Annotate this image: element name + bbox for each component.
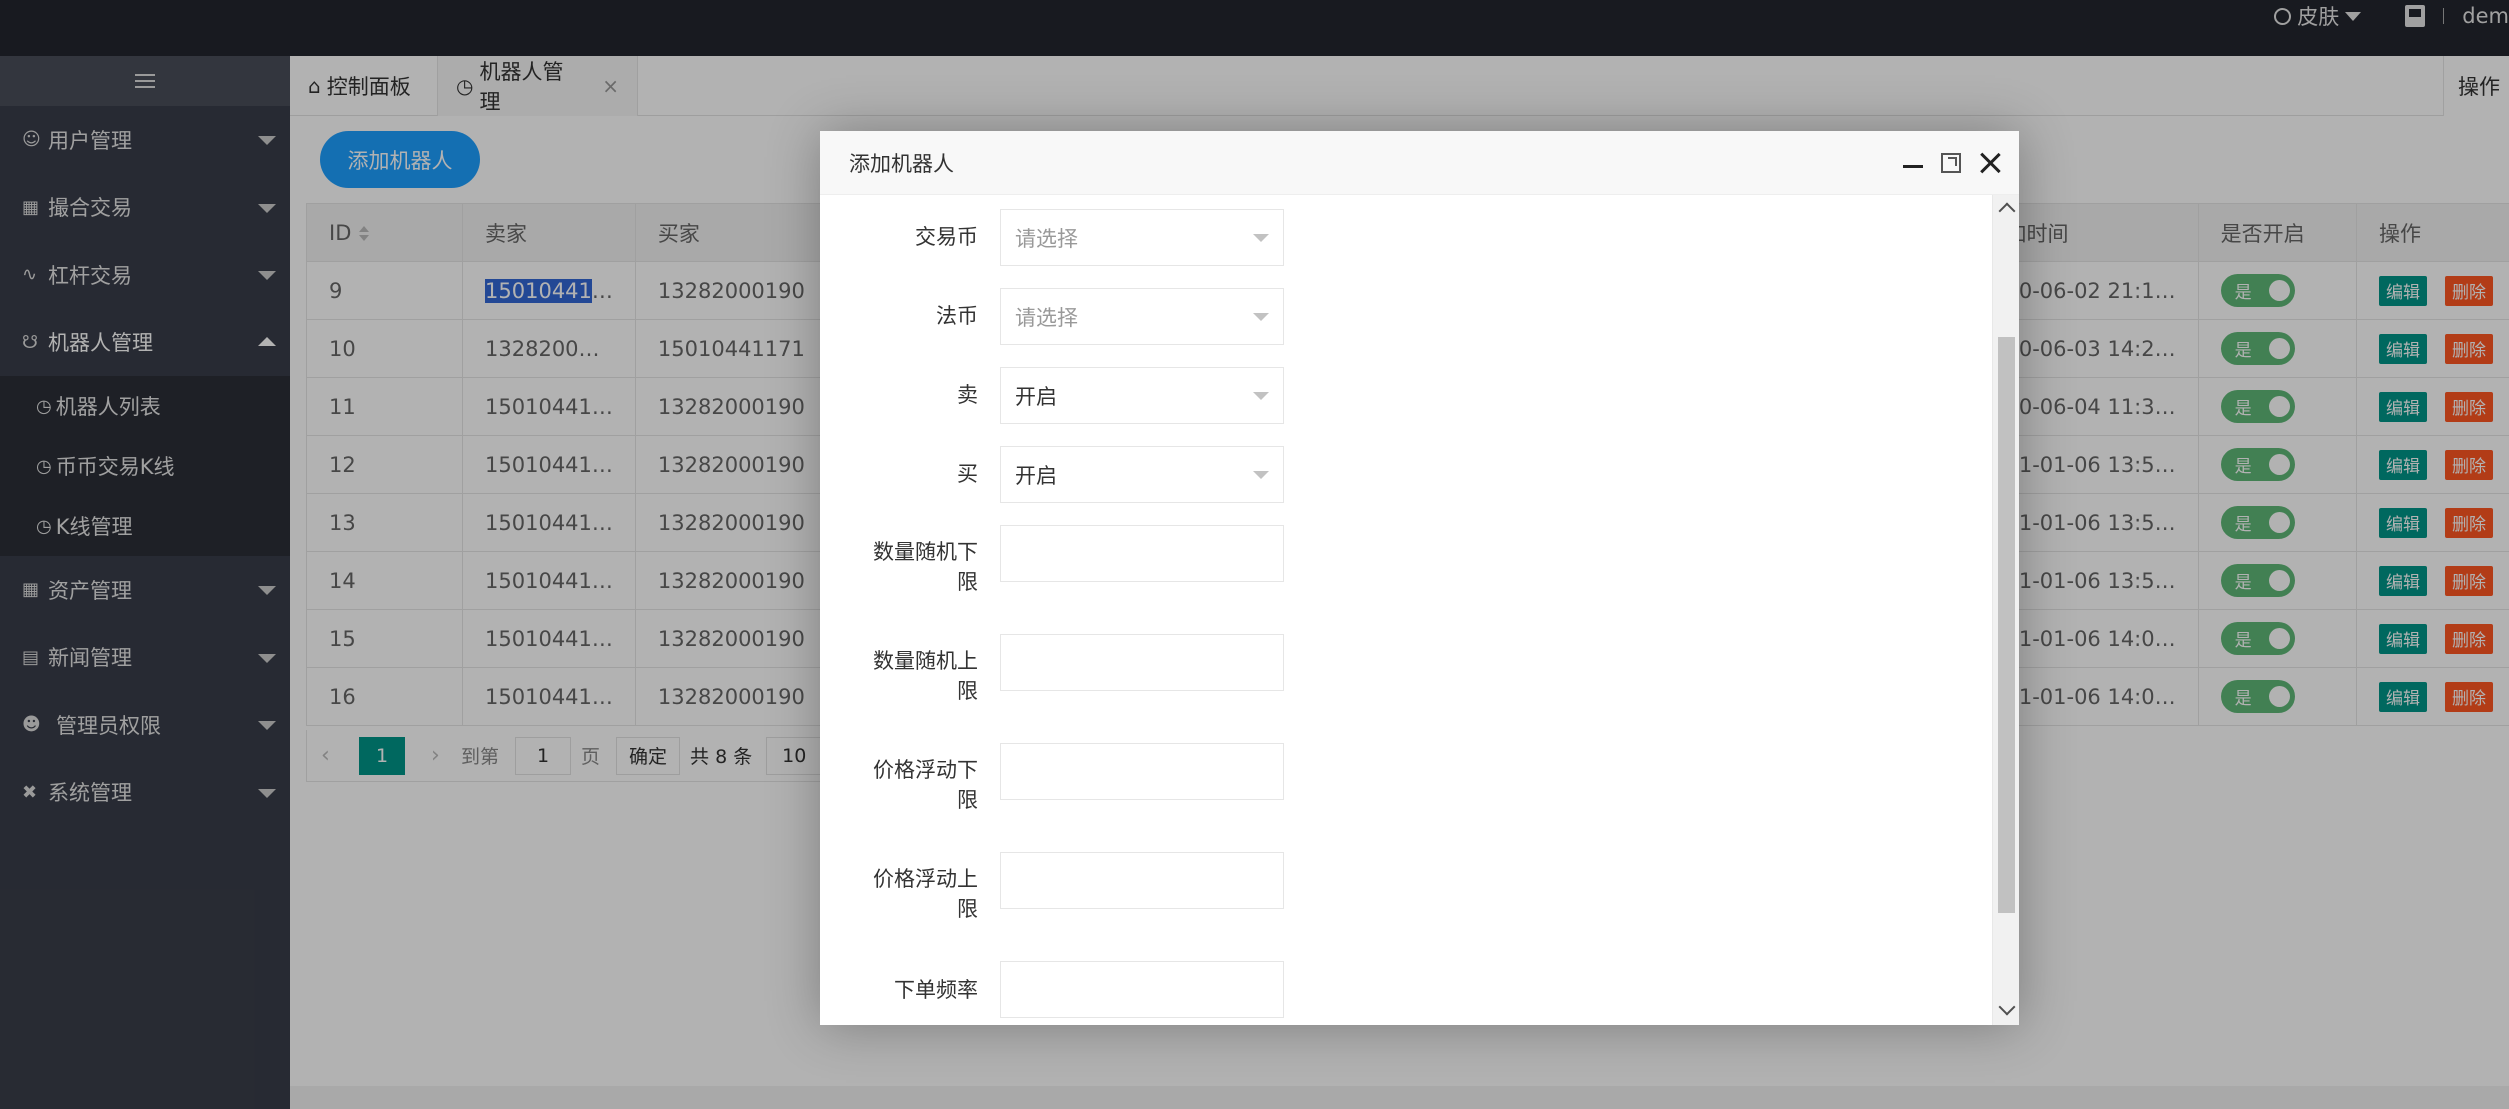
dialog-controls [1903,131,2001,195]
select-value: 请选择 [1015,305,1078,330]
field-label: 买 [957,462,978,486]
select-value: 开启 [1015,384,1057,409]
sell-select[interactable]: 开启 [1000,367,1284,424]
qty-max-input[interactable] [1000,634,1284,691]
select-value: 请选择 [1015,226,1078,251]
scroll-up-icon[interactable] [1998,202,2016,220]
dialog-scrollbar[interactable] [1992,195,2019,1025]
chevron-down-icon [1253,234,1269,242]
add-robot-dialog: 添加机器人 交易币 请选择 法币 请选择 卖 开启 买 开启 数量随机下限 数量… [820,131,2019,1025]
chevron-down-icon [1253,392,1269,400]
field-label: 价格浮动上限 [873,867,978,921]
field-label: 价格浮动下限 [873,758,978,812]
trade-coin-select[interactable]: 请选择 [1000,209,1284,266]
field-label: 数量随机上限 [873,649,978,703]
scroll-down-icon[interactable] [1998,998,2016,1016]
field-label: 交易币 [915,225,978,249]
price-max-input[interactable] [1000,852,1284,909]
scroll-thumb[interactable] [1998,337,2015,913]
field-label: 数量随机下限 [873,540,978,594]
fiat-select[interactable]: 请选择 [1000,288,1284,345]
field-label: 下单频率 [894,978,978,1002]
chevron-down-icon [1253,471,1269,479]
dialog-header: 添加机器人 [820,131,2019,195]
chevron-down-icon [1253,313,1269,321]
price-min-input[interactable] [1000,743,1284,800]
maximize-icon[interactable] [1941,153,1961,173]
field-label: 法币 [936,304,978,328]
frequency-input[interactable] [1000,961,1284,1018]
dialog-title: 添加机器人 [849,151,954,176]
qty-min-input[interactable] [1000,525,1284,582]
dialog-form: 交易币 请选择 法币 请选择 卖 开启 买 开启 数量随机下限 数量随机上限 价… [820,195,1992,1025]
field-label: 卖 [957,383,978,407]
close-icon[interactable] [1979,152,2001,174]
select-value: 开启 [1015,463,1057,488]
minimize-icon[interactable] [1903,164,1923,168]
buy-select[interactable]: 开启 [1000,446,1284,503]
